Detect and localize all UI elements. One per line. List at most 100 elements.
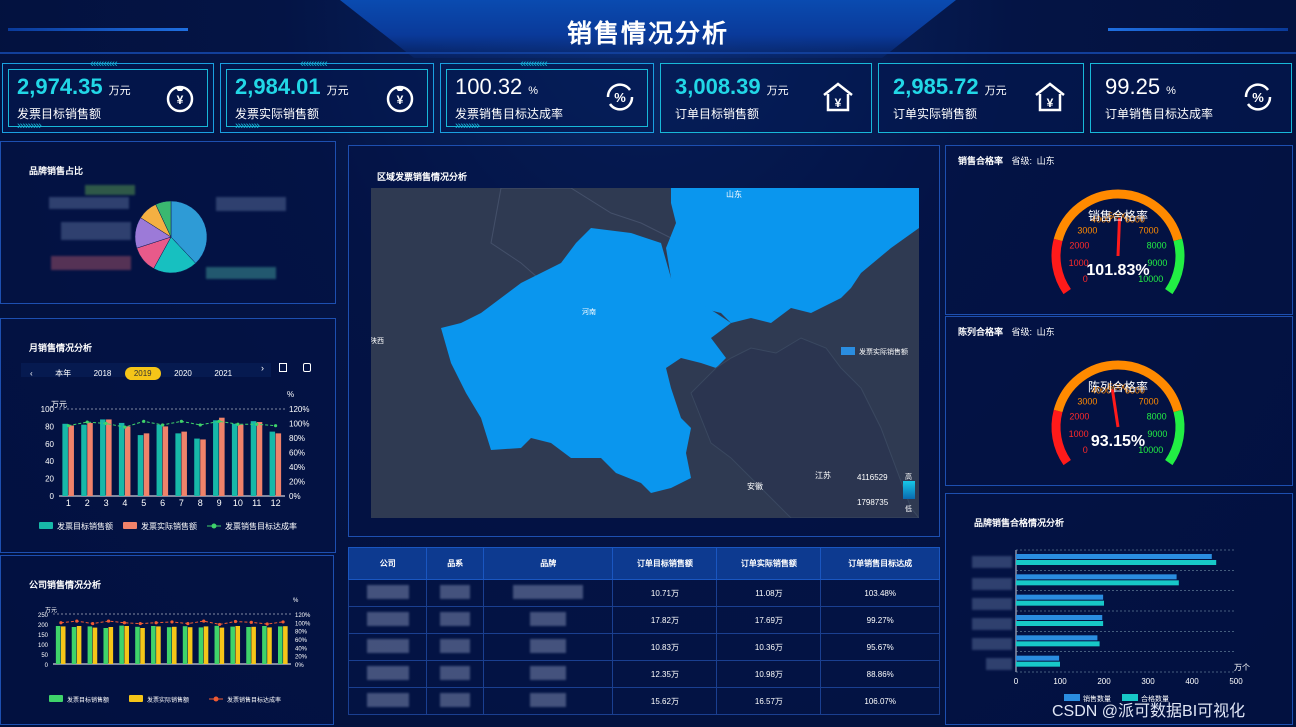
bar <box>81 424 87 496</box>
bar <box>182 626 188 664</box>
sales-pass-rate-gauge: 0100020003000400050006000700080009000100… <box>1051 189 1185 295</box>
bar <box>156 626 161 664</box>
copy-icon[interactable] <box>279 363 287 372</box>
filter-value[interactable]: 山东 <box>1037 327 1055 337</box>
kpi-label: 订单目标销售额 <box>675 107 760 121</box>
table-row[interactable]: 10.71万 11.08万 103.48% <box>347 579 940 607</box>
visual-range-slider[interactable] <box>903 481 915 499</box>
svg-text:¥: ¥ <box>177 93 184 107</box>
x-tick-label: 0 <box>1014 677 1019 686</box>
region-map-panel: 区域发票销售情况分析 山东 河南 陕西 安徽 江苏 发票实际销售额 411652… <box>348 145 940 537</box>
bar <box>140 628 145 664</box>
company-combo-chart: 0501001502002500%20%40%60%80%100%120%万元%… <box>38 598 311 704</box>
column-header[interactable]: 订单实际销售额 <box>716 547 822 580</box>
x-tick-label: 9 <box>217 498 222 508</box>
bar <box>283 626 288 664</box>
column-header[interactable]: 品牌 <box>482 547 614 580</box>
display-pass-rate-gauge: 0100020003000400050006000700080009000100… <box>1051 360 1185 466</box>
kpi-card-order-rate: 99.25% 订单销售目标达成率 % <box>1090 63 1292 133</box>
gauge-tick-label: 8000 <box>1147 412 1167 422</box>
y-right-tick-label: 80% <box>289 434 305 443</box>
table-row[interactable]: 15.62万 16.57万 106.07% <box>347 687 940 715</box>
rate-point <box>59 621 63 625</box>
money-bag-icon: ¥ <box>166 85 194 113</box>
rate-point <box>66 424 71 428</box>
range-high-value: 4116529 <box>857 473 888 482</box>
bar <box>275 433 282 496</box>
blurred-cell <box>530 666 567 680</box>
legend-swatch <box>39 522 53 529</box>
map-label-shandong: 山东 <box>726 189 742 199</box>
page-title: 销售情况分析 <box>566 20 729 48</box>
table-row[interactable]: 10.83万 10.36万 95.67% <box>347 633 940 661</box>
y-tick-label: 100 <box>38 643 49 649</box>
rate-point <box>255 422 259 426</box>
x-tick-label: 5 <box>141 498 146 508</box>
gauge-tick-label: 7000 <box>1139 396 1159 406</box>
blurred-label <box>51 256 131 270</box>
gauge-arc <box>1165 409 1185 466</box>
gauge-needle <box>1116 217 1122 257</box>
kpi-unit: 万元 <box>984 85 1007 97</box>
column-header[interactable]: 品系 <box>426 547 484 580</box>
display-pass-rate-panel: 陈列合格率 省级: 山东 0 1000 2000 3000 4000 5000 6000 70… <box>945 316 1293 486</box>
monthly-combo-chart: 0204060801000%20%40%60%80%100%120%1 2 3 4 5 6… <box>39 390 309 531</box>
gauge-arc <box>1051 238 1071 295</box>
column-header[interactable]: 订单销售目标达成 <box>820 547 940 580</box>
blurred-cell <box>530 693 567 707</box>
rate-point <box>217 419 221 423</box>
gauge-needle <box>1110 389 1120 428</box>
table-row[interactable]: 12.35万 10.98万 88.86% <box>347 660 940 688</box>
bar <box>87 422 93 496</box>
rate-point <box>218 622 222 627</box>
gauge-tick-label: 7000 <box>1139 225 1159 235</box>
kpi-value: 100.32 <box>455 74 523 99</box>
house-yen-icon: ¥ <box>1035 82 1065 112</box>
y-right-tick-label: 80% <box>295 630 308 636</box>
table-cell: 17.82万 <box>612 606 718 634</box>
legend-label: 发票销售目标达成率 <box>227 696 281 704</box>
svg-text:%: % <box>614 90 626 105</box>
bar <box>251 626 256 664</box>
table-cell: 17.69万 <box>716 606 822 634</box>
y-right-tick-label: 100% <box>295 621 311 627</box>
map-label-henan: 河南 <box>582 307 596 316</box>
panel-title: 销售合格率 <box>958 156 1004 166</box>
kpi-card-order-target: 3,008.39 万元 订单目标销售额 ¥ <box>660 63 872 133</box>
table-row[interactable]: 17.82万 17.69万 99.27% <box>347 606 940 634</box>
x-tick-label: 7 <box>179 498 184 508</box>
filter-value[interactable]: 山东 <box>1037 156 1055 166</box>
kpi-unit: 万元 <box>766 85 789 97</box>
bar <box>250 421 257 496</box>
x-tick-label: 10 <box>233 498 243 508</box>
kpi-card-invoice-actual: 2,984.01 万元 发票实际销售额 ››››››››› ¥ <box>220 63 434 133</box>
kpi-unit: 万元 <box>108 85 131 97</box>
rate-point <box>138 621 142 626</box>
rate-point <box>233 619 238 624</box>
column-header[interactable]: 订单目标销售额 <box>612 547 718 580</box>
bar <box>118 422 125 496</box>
bar <box>103 628 109 664</box>
rate-point <box>186 621 190 626</box>
y-right-unit-label: % <box>287 390 294 399</box>
hbar <box>1016 594 1104 600</box>
title-deco-line-right <box>1108 28 1288 31</box>
blurred-cell <box>366 612 409 626</box>
column-header[interactable]: 公司 <box>347 547 428 580</box>
x-tick-label: 4 <box>122 498 127 508</box>
rate-point <box>281 620 285 624</box>
map-legend-swatch <box>841 347 855 355</box>
x-tick-label: 12 <box>271 498 281 508</box>
x-tick-label: 500 <box>1229 677 1243 686</box>
y-right-tick-label: 100% <box>289 420 309 429</box>
blurred-cell <box>530 639 567 653</box>
export-icon[interactable] <box>303 363 311 372</box>
bar <box>198 627 204 664</box>
next-arrow-icon[interactable]: › <box>261 363 264 373</box>
map-legend-label: 发票实际销售额 <box>859 349 908 356</box>
rate-point <box>202 619 206 623</box>
x-tick-label: 200 <box>1097 677 1111 686</box>
legend-label: 发票目标销售额 <box>57 521 113 531</box>
chevron-deco: ››››››››› <box>455 120 480 132</box>
svg-text:¥: ¥ <box>835 96 842 110</box>
